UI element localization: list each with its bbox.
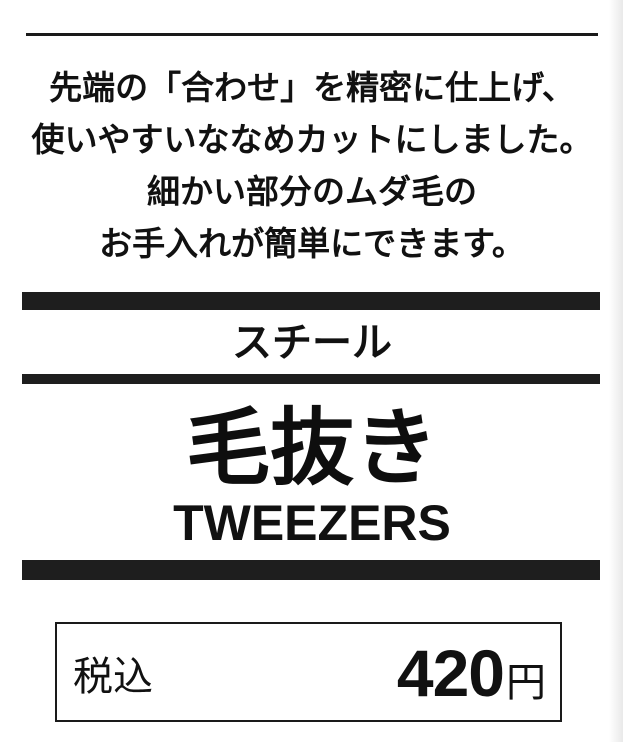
price-amount: 420 xyxy=(396,636,505,710)
currency-unit: 円 xyxy=(506,660,546,706)
product-description: 先端の「合わせ」を精密に仕上げ、 使いやすいななめカットにしました。 細かい部分… xyxy=(26,62,598,270)
middle-bar xyxy=(22,374,600,384)
tax-included-label: 税込 xyxy=(73,654,153,700)
lower-thick-bar xyxy=(22,560,600,580)
upper-thick-bar xyxy=(22,292,600,310)
description-line: お手入れが簡単にできます。 xyxy=(99,224,525,263)
description-line: 使いやすいななめカットにしました。 xyxy=(31,120,593,159)
price-box: 税込 420円 xyxy=(55,622,562,722)
description-line: 先端の「合わせ」を精密に仕上げ、 xyxy=(49,68,575,107)
price-value: 420円 xyxy=(397,632,546,724)
top-divider xyxy=(26,33,598,36)
product-name-english: TWEEZERS xyxy=(173,495,451,551)
paper-edge-shadow xyxy=(609,0,623,742)
description-line: 細かい部分のムダ毛の xyxy=(147,172,477,211)
material-label: スチール xyxy=(232,320,392,366)
product-name-japanese: 毛抜き xyxy=(185,399,438,497)
